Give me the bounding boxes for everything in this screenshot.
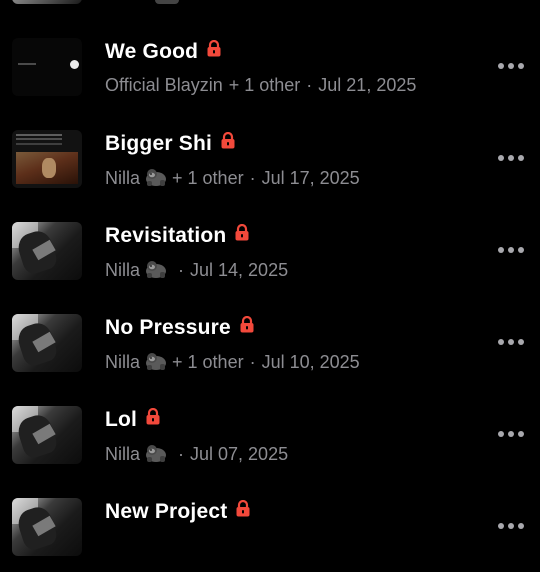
more-options-button[interactable] — [496, 60, 526, 72]
project-row[interactable]: Bigger Shi Nilla + 1 other · Jul 17, 2025 — [0, 112, 540, 204]
meta-separator: · — [178, 260, 185, 280]
project-title-text: Lol — [105, 408, 138, 431]
project-meta: Nilla · Jul 14, 2025 — [105, 259, 288, 281]
lock-icon — [146, 407, 160, 431]
project-title-text: No Pressure — [105, 316, 231, 339]
artist-name[interactable]: Official Blayzin — [105, 75, 223, 95]
collaborators-count: + 1 other — [172, 168, 244, 188]
project-row[interactable]: No Pressure Nilla + 1 other · Jul 10, 2025 — [0, 296, 540, 388]
project-row[interactable]: New Project — [0, 480, 540, 572]
meta-separator: · — [249, 352, 256, 372]
project-date: Jul 17, 2025 — [261, 168, 360, 188]
project-meta: Nilla · Jul 07, 2025 — [105, 443, 288, 465]
project-row[interactable]: Revisitation Nilla · Jul 14, 2025 — [0, 204, 540, 296]
more-options-button[interactable] — [496, 336, 526, 348]
project-meta: Official Blayzin + 1 other · Jul 21, 2025 — [105, 75, 416, 96]
gorilla-emoji-icon — [144, 351, 168, 370]
project-title-text: Bigger Shi — [105, 132, 213, 155]
meta-separator: · — [178, 444, 185, 464]
project-thumbnail — [12, 38, 82, 96]
project-thumbnail — [12, 498, 82, 556]
project-title-text: New Project — [105, 500, 228, 523]
project-thumbnail — [12, 130, 82, 188]
artist-name[interactable]: Nilla — [105, 260, 140, 280]
project-title: Lol — [105, 407, 160, 432]
project-list: We Good Official Blayzin + 1 other · Jul 21,… — [0, 0, 540, 556]
meta-separator: · — [249, 168, 256, 188]
project-title: We Good — [105, 39, 221, 64]
more-options-button[interactable] — [496, 520, 526, 532]
project-row[interactable]: We Good Official Blayzin + 1 other · Jul 21,… — [0, 20, 540, 112]
gorilla-emoji-icon — [144, 167, 168, 186]
artist-name[interactable]: Nilla — [105, 444, 140, 464]
previous-row-thumbnail — [12, 0, 82, 4]
previous-row-emoji — [155, 0, 179, 4]
artist-name[interactable]: Nilla — [105, 168, 140, 188]
gorilla-emoji-icon — [144, 259, 168, 278]
project-title: Revisitation — [105, 223, 249, 248]
project-date: Jul 21, 2025 — [318, 75, 417, 95]
lock-icon — [240, 315, 254, 339]
project-date: Jul 10, 2025 — [261, 352, 360, 372]
more-options-button[interactable] — [496, 428, 526, 440]
lock-icon — [236, 499, 250, 523]
project-thumbnail — [12, 406, 82, 464]
lock-icon — [235, 223, 249, 247]
project-thumbnail — [12, 222, 82, 280]
project-thumbnail — [12, 314, 82, 372]
project-meta: Nilla + 1 other · Jul 17, 2025 — [105, 167, 360, 189]
more-options-button[interactable] — [496, 244, 526, 256]
project-title-text: We Good — [105, 40, 199, 63]
artist-name[interactable]: Nilla — [105, 352, 140, 372]
gorilla-emoji-icon — [144, 443, 168, 462]
project-title: Bigger Shi — [105, 131, 235, 156]
project-row[interactable]: Lol Nilla · Jul 07, 2025 — [0, 388, 540, 480]
project-title: New Project — [105, 499, 250, 524]
collaborators-count: + 1 other — [172, 352, 244, 372]
project-date: Jul 14, 2025 — [190, 260, 289, 280]
project-date: Jul 07, 2025 — [190, 444, 289, 464]
collaborators-count: + 1 other — [228, 75, 301, 95]
more-options-button[interactable] — [496, 152, 526, 164]
lock-icon — [207, 39, 221, 63]
lock-icon — [221, 131, 235, 155]
project-title-text: Revisitation — [105, 224, 227, 247]
meta-separator: · — [306, 75, 313, 95]
project-meta: Nilla + 1 other · Jul 10, 2025 — [105, 351, 360, 373]
project-title: No Pressure — [105, 315, 254, 340]
